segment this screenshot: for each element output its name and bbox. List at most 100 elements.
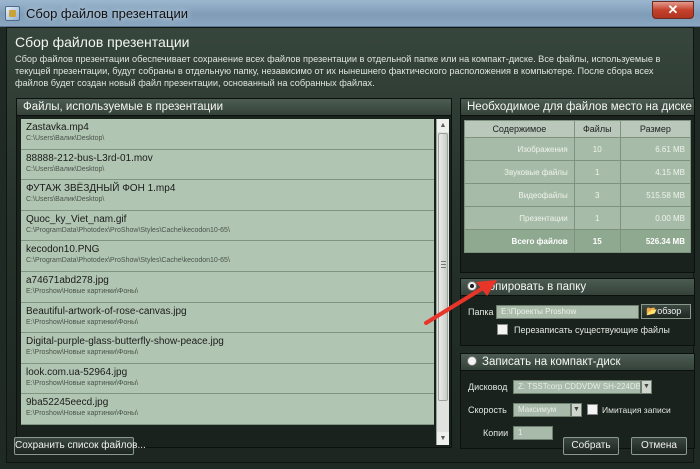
copy-to-folder-option[interactable]: Копировать в папку — [461, 279, 694, 296]
window-titlebar[interactable]: Сбор файлов презентации ✕ — [0, 0, 700, 27]
row-size: 4.15 MB — [619, 160, 692, 184]
browse-button-label: обзор — [657, 306, 682, 316]
table-row: Изображения 10 6.61 MB — [464, 137, 692, 161]
file-name: Quoc_ky_Viet_nam.gif — [26, 213, 127, 225]
overwrite-label: Перезаписать существующие файлы — [514, 325, 670, 335]
col-header-content: Содержимое — [464, 120, 575, 138]
app-icon — [5, 6, 20, 21]
file-path: C:\Users\Валик\Desktop\ — [26, 135, 105, 142]
table-total-row: Всего файлов 15 526.34 MB — [464, 229, 692, 253]
row-size: 515.58 MB — [619, 183, 692, 207]
copy-to-folder-panel: Копировать в папку Папка E:\Проекты Pros… — [460, 278, 695, 346]
dialog-body: Сбор файлов презентации Сбор файлов през… — [6, 27, 695, 463]
file-list-item[interactable]: kecodon10.PNG C:\ProgramData\Photodex\Pro… — [21, 241, 434, 272]
row-files: 10 — [573, 137, 621, 161]
file-path: E:\Proshow\Новые картинки\Фоны\ — [26, 318, 139, 326]
speed-label: Скорость — [468, 405, 507, 415]
save-file-list-button[interactable]: Сохранить список файлов... — [14, 437, 146, 455]
file-name: 88888-212-bus-L3rd-01.mov — [26, 152, 153, 164]
row-files: 3 — [573, 183, 621, 207]
col-header-files: Файлы — [573, 120, 621, 138]
file-name: look.com.ua-52964.jpg — [26, 366, 128, 378]
file-path: E:\Proshow\Новые картинки\Фоны\ — [26, 287, 139, 295]
simulate-checkbox[interactable] — [587, 404, 598, 415]
file-list-scrollbar[interactable]: ▲ ▼ — [436, 119, 449, 445]
row-size: 0.00 MB — [619, 206, 692, 230]
disk-space-panel: Необходимое для файлов место на диске Со… — [460, 98, 695, 273]
file-list-item[interactable]: Quoc_ky_Viet_nam.gif C:\ProgramData\Photo… — [21, 210, 434, 242]
folder-open-icon: 📂 — [646, 306, 658, 316]
radio-selected-icon[interactable] — [467, 281, 477, 291]
file-path: E:\Proshow\Новые картинки\Фоны\ — [26, 349, 139, 357]
scroll-up-arrow-icon[interactable]: ▲ — [437, 119, 449, 132]
dialog-heading: Сбор файлов презентации — [15, 34, 190, 50]
folder-path-field[interactable]: E:\Проекты Proshow — [496, 305, 639, 319]
file-list[interactable]: Zastavka.mp4 C:\Users\Валик\Desktop\ 88888… — [21, 119, 434, 445]
file-list-item[interactable]: Beautiful-artwork-of-rose-canvas.jpg E:\P… — [21, 302, 434, 334]
folder-label: Папка — [468, 307, 494, 317]
scroll-thumb[interactable] — [438, 133, 448, 401]
file-list-item[interactable]: ФУТАЖ ЗВЁЗДНЫЙ ФОН 1.mp4 C:\Users\Валик\D… — [21, 180, 434, 211]
row-label: Изображения — [464, 137, 575, 161]
disk-space-title: Необходимое для файлов место на диске — [461, 99, 694, 116]
file-list-item[interactable]: 88888-212-bus-L3rd-01.mov C:\Users\Валик\… — [21, 149, 434, 181]
file-path: E:\Proshow\Новые картинки\Фоны\ — [26, 410, 139, 418]
file-path: C:\Users\Валик\Desktop\ — [26, 196, 105, 204]
total-files: 15 — [573, 229, 621, 253]
copy-to-folder-label: Копировать в папку — [482, 281, 587, 293]
total-label: Всего файлов — [464, 229, 575, 253]
file-list-item[interactable]: 9ba52245eecd.jpg E:\Proshow\Новые картинк… — [21, 394, 434, 425]
window-title: Сбор файлов презентации — [26, 6, 189, 21]
file-name: 9ba52245eecd.jpg — [26, 397, 109, 409]
file-list-item[interactable]: Zastavka.mp4 C:\Users\Валик\Desktop\ — [21, 119, 434, 150]
drive-dropdown-arrow-icon[interactable]: ▼ — [641, 380, 652, 394]
row-label: Звуковые файлы — [464, 160, 575, 184]
row-label: Презентации — [464, 206, 575, 230]
burn-to-disc-label: Записать на компакт-диск — [482, 356, 621, 368]
dialog-header: Сбор файлов презентации Сбор файлов през… — [7, 28, 693, 88]
speed-dropdown-arrow-icon[interactable]: ▼ — [571, 403, 582, 417]
window-close-button[interactable]: ✕ — [652, 1, 694, 19]
scroll-grip-icon — [441, 261, 446, 268]
burn-to-disc-panel: Записать на компакт-диск Дисковод Z: TSS… — [460, 353, 695, 449]
browse-button[interactable]: 📂обзор — [641, 304, 691, 319]
table-row: Звуковые файлы 1 4.15 MB — [464, 160, 692, 184]
col-header-size: Размер — [619, 120, 692, 138]
file-path: E:\Proshow\Новые картинки\Фоны\ — [26, 379, 139, 387]
file-path: C:\ProgramData\Photodex\ProShow\Styles\C… — [26, 226, 230, 234]
file-path: C:\ProgramData\Photodex\ProShow\Styles\C… — [26, 257, 230, 265]
row-files: 1 — [573, 160, 621, 184]
overwrite-checkbox[interactable] — [497, 324, 508, 335]
copies-field[interactable]: 1 — [513, 426, 553, 440]
drive-select[interactable]: Z: TSSTcorp CDDVDW SH-224DB — [513, 380, 641, 394]
file-path: C:\Users\Валик\Desktop\ — [26, 165, 105, 173]
file-list-item[interactable]: a74671abd278.jpg E:\Proshow\Новые картинк… — [21, 271, 434, 303]
disk-space-table: Содержимое Файлы Размер Изображения 10 6… — [464, 120, 692, 253]
row-label: Видеофайлы — [464, 183, 575, 207]
total-size: 526.34 MB — [619, 229, 692, 253]
row-files: 1 — [573, 206, 621, 230]
file-name: Digital-purple-glass-butterfly-show-peac… — [26, 336, 224, 348]
file-name: kecodon10.PNG — [26, 244, 100, 256]
files-panel-title: Файлы, используемые в презентации — [17, 99, 451, 116]
burn-to-disc-option[interactable]: Записать на компакт-диск — [461, 354, 694, 371]
file-name: Zastavka.mp4 — [26, 122, 89, 133]
radio-unselected-icon[interactable] — [467, 356, 477, 366]
dialog-description: Сбор файлов презентации обеспечивает сох… — [15, 54, 661, 88]
file-list-item[interactable]: look.com.ua-52964.jpg E:\Proshow\Новые ка… — [21, 363, 434, 395]
row-size: 6.61 MB — [619, 137, 692, 161]
table-row: Презентации 1 0.00 MB — [464, 206, 692, 230]
scroll-down-arrow-icon[interactable]: ▼ — [437, 432, 449, 445]
speed-select[interactable]: Максимум — [513, 403, 571, 417]
cancel-button[interactable]: Отмена — [631, 437, 687, 455]
file-name: a74671abd278.jpg — [26, 274, 109, 286]
collect-button[interactable]: Собрать — [563, 437, 619, 455]
files-panel: Файлы, используемые в презентации Zastav… — [16, 98, 452, 448]
simulate-label: Имитация записи — [602, 405, 671, 415]
table-row: Видеофайлы 3 515.58 MB — [464, 183, 692, 207]
file-list-item[interactable]: Digital-purple-glass-butterfly-show-peac… — [21, 333, 434, 364]
copies-label: Копии — [483, 428, 509, 438]
file-name: ФУТАЖ ЗВЁЗДНЫЙ ФОН 1.mp4 — [26, 183, 176, 195]
drive-label: Дисковод — [468, 382, 508, 392]
file-name: Beautiful-artwork-of-rose-canvas.jpg — [26, 305, 187, 317]
